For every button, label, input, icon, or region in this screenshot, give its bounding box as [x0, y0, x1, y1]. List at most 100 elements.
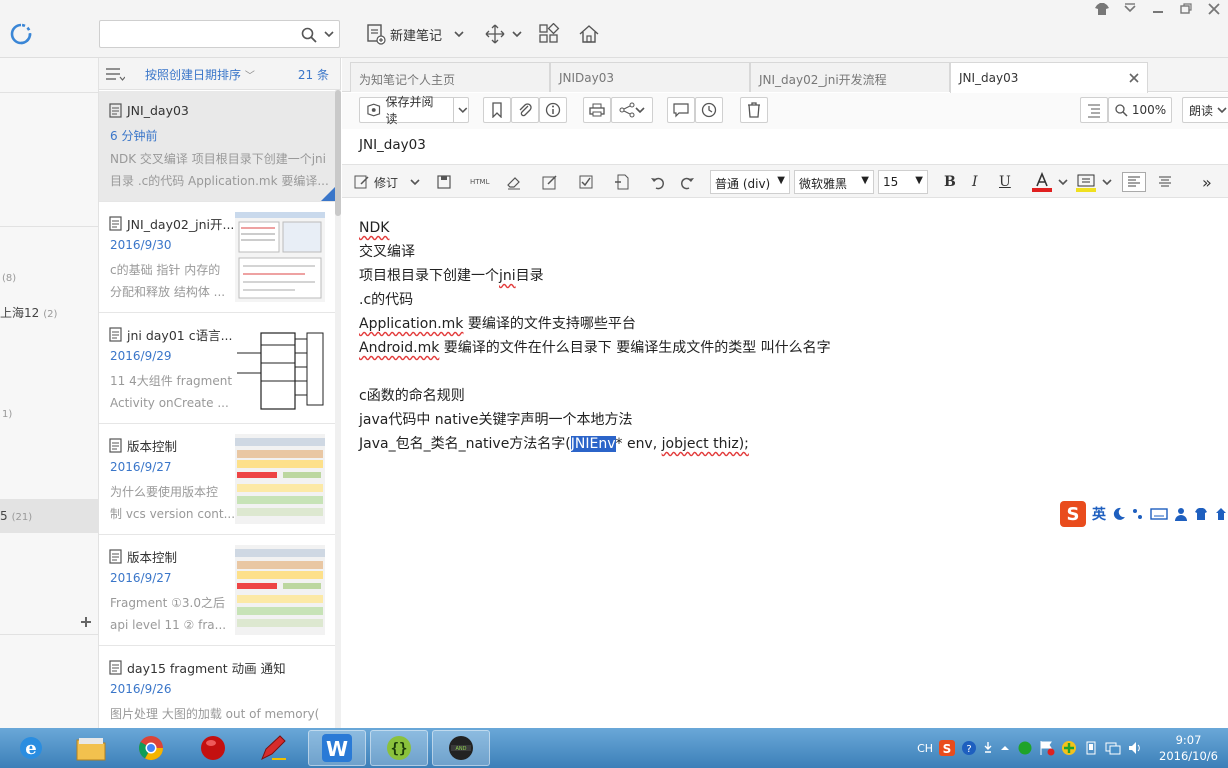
keyboard-icon[interactable] — [1150, 507, 1168, 521]
view-mode-button[interactable] — [538, 20, 560, 48]
revise-button[interactable]: 修订 — [354, 172, 420, 192]
taskbar-explorer[interactable] — [62, 730, 120, 766]
taskbar-drawing-app[interactable] — [244, 730, 302, 766]
note-body[interactable]: NDK 交叉编译 项目根目录下创建一个jni目录 .c的代码 Applicati… — [359, 216, 831, 456]
sidebar-item[interactable]: 1) — [0, 406, 12, 420]
chevron-down-icon[interactable] — [635, 105, 645, 115]
search-icon[interactable] — [300, 26, 318, 44]
note-item[interactable]: 版本控制 2016/9/27 为什么要使用版本控 制 vcs version c… — [99, 424, 335, 535]
move-button[interactable] — [484, 20, 524, 48]
undo-icon[interactable] — [650, 172, 666, 192]
add-folder-icon[interactable] — [80, 616, 92, 628]
eraser-icon[interactable] — [506, 172, 522, 192]
language-indicator[interactable]: CH — [917, 742, 933, 755]
home-button[interactable] — [578, 20, 600, 48]
scrollbar-thumb[interactable] — [335, 90, 341, 216]
volume-icon[interactable] — [1127, 740, 1143, 756]
checkbox-icon[interactable] — [578, 172, 594, 192]
search-box[interactable] — [99, 20, 340, 48]
tab-jniday03[interactable]: JNIDay03 — [550, 62, 750, 92]
security-icon[interactable] — [1061, 740, 1077, 756]
taskbar-ie[interactable]: e — [2, 730, 60, 766]
sogou-tray-icon[interactable]: S — [939, 740, 956, 756]
html-button[interactable]: HTML — [470, 172, 489, 192]
new-note-button[interactable]: 新建笔记 — [366, 20, 466, 48]
menu-icon[interactable] — [1122, 2, 1138, 16]
note-item[interactable]: JNI_day03 6 分钟前 NDK 交叉编译 项目根目录下创建一个jni 目… — [99, 91, 335, 202]
bold-button[interactable]: B — [944, 172, 956, 192]
font-size-select[interactable]: 15 ▼ — [878, 170, 928, 194]
attachment-button[interactable] — [511, 97, 539, 123]
share-button[interactable] — [611, 97, 653, 123]
history-button[interactable] — [695, 97, 723, 123]
taskbar-android-console[interactable]: AND — [432, 730, 490, 766]
edit-table-icon[interactable] — [542, 172, 558, 192]
network-icon[interactable] — [1105, 740, 1121, 756]
align-center-button[interactable] — [1158, 172, 1172, 192]
chevron-down-icon[interactable] — [458, 105, 468, 115]
sync-icon[interactable] — [9, 22, 33, 46]
more-tools-button[interactable]: » — [1202, 172, 1212, 192]
show-hidden-icons[interactable] — [999, 742, 1011, 754]
print-button[interactable] — [583, 97, 611, 123]
chevron-down-icon[interactable] — [1217, 105, 1227, 115]
font-color-button[interactable] — [1032, 172, 1068, 192]
note-item[interactable]: JNI_day02_jni开... 2016/9/30 c的基础 指针 内存的 … — [99, 202, 335, 313]
outline-button[interactable] — [1080, 97, 1108, 123]
tab-home[interactable]: 为知笔记个人主页 — [350, 62, 550, 92]
chevron-down-icon[interactable] — [410, 177, 420, 187]
green-status-icon[interactable] — [1017, 740, 1033, 756]
chevron-down-icon[interactable] — [1102, 177, 1112, 187]
minimize-icon[interactable] — [1150, 2, 1166, 16]
paragraph-style-select[interactable]: 普通 (div) ▼ — [710, 170, 790, 194]
list-view-icon[interactable] — [105, 67, 125, 81]
italic-button[interactable]: I — [972, 172, 978, 192]
close-tab-icon[interactable] — [1129, 73, 1139, 83]
sidebar-item[interactable]: (8) — [0, 270, 16, 284]
taskbar-code-editor[interactable]: {} — [370, 730, 428, 766]
user-icon[interactable] — [1174, 507, 1188, 521]
device-icon[interactable] — [1083, 740, 1099, 756]
info-button[interactable] — [539, 97, 567, 123]
taskbar-chrome[interactable] — [122, 730, 180, 766]
note-list-scrollbar[interactable] — [335, 90, 341, 728]
search-dropdown-icon[interactable] — [322, 27, 336, 41]
restore-icon[interactable] — [1178, 2, 1194, 16]
punctuation-icon[interactable] — [1132, 507, 1144, 521]
save-and-read-button[interactable]: 保存并阅读 — [359, 95, 469, 126]
toolbox-icon[interactable] — [1214, 507, 1228, 521]
sidebar-item-shanghai[interactable]: 上海12 (2) — [0, 304, 57, 321]
highlight-color-button[interactable] — [1076, 172, 1112, 192]
note-title-field[interactable]: JNI_day03 — [359, 137, 426, 153]
sogou-ime-icon[interactable]: S — [1060, 501, 1086, 527]
skin-shirt-icon[interactable] — [1194, 507, 1208, 521]
tab-jni-day03-active[interactable]: JNI_day03 — [950, 62, 1148, 93]
skin-icon[interactable] — [1094, 2, 1110, 16]
close-icon[interactable] — [1206, 2, 1222, 16]
help-icon[interactable]: ? — [961, 740, 977, 756]
delete-button[interactable] — [740, 97, 768, 123]
align-left-button[interactable] — [1122, 172, 1146, 192]
chevron-down-icon[interactable] — [1058, 177, 1068, 187]
search-input[interactable] — [104, 25, 294, 43]
note-item[interactable]: day15 fragment 动画 通知 2016/9/26 图片处理 大图的加… — [99, 646, 335, 728]
sort-dropdown[interactable]: 按照创建日期排序 ﹀ — [145, 66, 255, 83]
note-item[interactable]: jni day01 c语言... 2016/9/29 11 4大组件 fragm… — [99, 313, 335, 424]
comment-button[interactable] — [667, 97, 695, 123]
taskbar-wiznote[interactable]: W — [308, 730, 366, 766]
ime-mode-label[interactable]: 英 — [1092, 504, 1106, 524]
insert-icon[interactable] — [614, 172, 630, 192]
underline-button[interactable]: U — [999, 172, 1011, 192]
note-item[interactable]: 版本控制 2016/9/27 Fragment ①3.0之后 api level… — [99, 535, 335, 646]
moon-icon[interactable] — [1112, 507, 1126, 521]
font-family-select[interactable]: 微软雅黑 ▼ — [794, 170, 874, 194]
ime-settings-icon[interactable] — [983, 740, 993, 756]
tab-jni-day02[interactable]: JNI_day02_jni开发流程 — [750, 62, 950, 92]
bookmark-button[interactable] — [483, 97, 511, 123]
read-aloud-button[interactable]: 朗读 — [1182, 97, 1228, 123]
redo-icon[interactable] — [679, 172, 695, 192]
chevron-down-icon[interactable] — [510, 27, 524, 41]
taskbar-app-red[interactable] — [184, 730, 242, 766]
save-icon[interactable] — [436, 172, 452, 192]
flag-alert-icon[interactable] — [1039, 740, 1055, 756]
